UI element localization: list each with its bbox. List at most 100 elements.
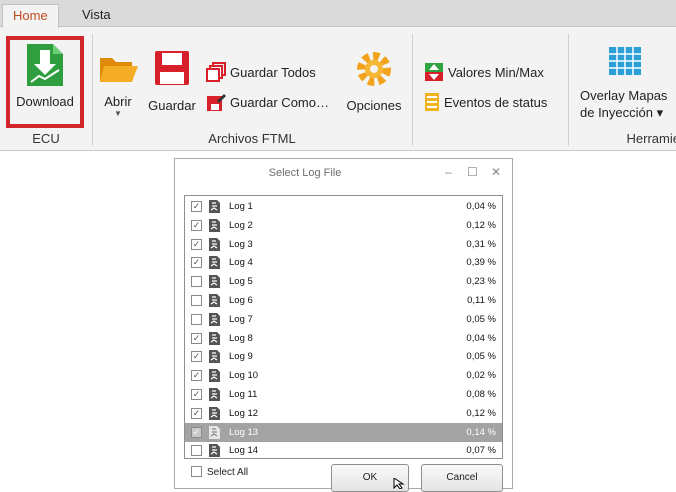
log-row[interactable]: ✓ Log 9 0,05 %	[185, 347, 502, 366]
guardar-como-label: Guardar Como…	[230, 94, 329, 110]
close-icon[interactable]: ✕	[491, 165, 501, 179]
log-name: Log 9	[229, 351, 253, 363]
log-row[interactable]: ✓ Log 13 0,14 %	[185, 422, 502, 442]
valores-min-max-button[interactable]: Valores Min/Max	[424, 62, 544, 82]
gear-icon	[357, 52, 391, 86]
log-file-icon	[209, 237, 220, 251]
log-percentage: 0,04 %	[466, 332, 496, 344]
tab-vista[interactable]: Vista	[72, 4, 121, 26]
log-name: Log 12	[229, 407, 259, 419]
dialog-title: Select Log File	[268, 167, 342, 179]
log-name: Log 7	[229, 313, 253, 325]
log-name: Log 13	[229, 426, 259, 438]
opciones-label: Opciones	[346, 98, 402, 113]
log-checkbox[interactable]: ✓	[191, 219, 202, 231]
chevron-down-icon: ▼	[114, 109, 122, 118]
log-row[interactable]: Log 7 0,05 %	[185, 310, 502, 329]
log-checkbox[interactable]: ✓	[191, 370, 202, 382]
log-file-icon	[209, 406, 220, 420]
log-checkbox[interactable]: ✓	[191, 351, 202, 363]
group-label-archivos: Archivos FTML	[208, 131, 296, 146]
log-percentage: 0,08 %	[466, 389, 496, 400]
log-row[interactable]: ✓ Log 4 0,39 %	[185, 253, 502, 272]
log-row[interactable]: ✓ Log 2 0,12 %	[185, 216, 502, 235]
overlay-label-line1: Overlay Mapas	[580, 88, 668, 103]
log-checkbox[interactable]	[191, 313, 202, 325]
log-file-list[interactable]: ✓ Log 1 0,04 % ✓ Log 2 0,12 % ✓ Log 3 0,31 % ✓ Log…	[184, 195, 503, 459]
eventos-status-button[interactable]: Eventos de status	[424, 92, 547, 112]
log-file-icon	[209, 200, 220, 213]
log-checkbox[interactable]	[191, 295, 202, 306]
log-file-icon	[209, 331, 220, 345]
log-name: Log 5	[229, 276, 253, 288]
log-row[interactable]: Log 6 0,11 %	[185, 291, 502, 310]
guardar-todos-button[interactable]: Guardar Todos	[206, 62, 316, 82]
group-separator	[568, 34, 569, 146]
log-row[interactable]: ✓ Log 8 0,04 %	[185, 329, 502, 348]
log-row[interactable]: ✓ Log 10 0,02 %	[185, 366, 502, 385]
log-percentage: 0,04 %	[466, 201, 496, 212]
guardar-todos-label: Guardar Todos	[230, 64, 316, 80]
log-checkbox[interactable]: ✓	[191, 407, 202, 419]
log-name: Log 1	[229, 201, 253, 212]
folder-icon	[100, 58, 138, 82]
overlay-label-line2: de Inyección ▾	[580, 105, 664, 120]
log-row[interactable]: ✓ Log 1 0,04 %	[185, 197, 502, 216]
guardar-button[interactable]: Guardar	[144, 50, 200, 114]
log-file-icon	[209, 294, 220, 307]
log-name: Log 2	[229, 219, 253, 231]
save-as-icon	[207, 94, 226, 111]
log-checkbox[interactable]: ✓	[191, 426, 202, 438]
log-checkbox[interactable]: ✓	[191, 257, 202, 269]
ribbon-tab-bar: Home Vista	[0, 0, 676, 28]
log-percentage: 0,12 %	[466, 407, 496, 419]
overlay-mapas-button[interactable]: Overlay Mapas de Inyección ▾	[574, 46, 676, 126]
log-percentage: 0,05 %	[466, 351, 496, 363]
ribbon: Home Vista Download ECU Abrir ▼ Guardar	[0, 0, 676, 151]
group-label-ecu: ECU	[32, 131, 60, 146]
list-icon	[425, 93, 439, 111]
minimize-icon[interactable]: –	[445, 165, 452, 179]
log-row[interactable]: ✓ Log 12 0,12 %	[185, 404, 502, 423]
log-file-icon	[209, 444, 220, 458]
log-name: Log 6	[229, 295, 253, 306]
log-percentage: 0,05 %	[466, 313, 496, 325]
log-file-icon	[209, 350, 220, 364]
select-all-check-box[interactable]	[191, 466, 202, 477]
log-checkbox[interactable]: ✓	[191, 332, 202, 344]
log-name: Log 10	[229, 370, 259, 382]
tab-home[interactable]: Home	[2, 4, 59, 28]
abrir-button[interactable]: Abrir ▼	[96, 52, 140, 122]
log-name: Log 8	[229, 332, 253, 344]
abrir-label: Abrir	[104, 94, 132, 109]
select-all-checkbox[interactable]: Select All	[191, 464, 248, 478]
log-percentage: 0,39 %	[466, 257, 496, 269]
log-file-icon	[209, 218, 220, 232]
log-checkbox[interactable]	[191, 276, 202, 288]
log-percentage: 0,07 %	[466, 445, 496, 457]
group-separator	[92, 34, 93, 146]
log-name: Log 3	[229, 238, 253, 250]
log-checkbox[interactable]: ✓	[191, 201, 202, 212]
log-name: Log 14	[229, 445, 259, 457]
log-row[interactable]: ✓ Log 3 0,31 %	[185, 235, 502, 254]
log-row[interactable]: Log 14 0,07 %	[185, 441, 502, 460]
log-name: Log 11	[229, 389, 258, 400]
group-label-herramientas: Herramie	[626, 131, 676, 146]
eventos-label: Eventos de status	[444, 94, 548, 110]
log-checkbox[interactable]	[191, 445, 202, 457]
save-all-icon	[206, 62, 226, 82]
log-checkbox[interactable]: ✓	[191, 238, 202, 250]
log-percentage: 0,31 %	[466, 238, 496, 250]
select-all-label: Select All	[207, 467, 249, 478]
log-file-icon	[209, 425, 220, 439]
guardar-como-button[interactable]: Guardar Como…	[206, 92, 329, 112]
log-row[interactable]: ✓ Log 11 0,08 %	[185, 385, 502, 404]
cancel-button[interactable]: Cancel	[421, 464, 503, 492]
log-row[interactable]: Log 5 0,23 %	[185, 272, 502, 291]
log-file-icon	[209, 256, 220, 270]
maximize-icon[interactable]: ☐	[467, 165, 478, 179]
log-checkbox[interactable]: ✓	[191, 389, 202, 400]
opciones-button[interactable]: Opciones	[342, 50, 406, 114]
log-file-icon	[209, 388, 220, 401]
